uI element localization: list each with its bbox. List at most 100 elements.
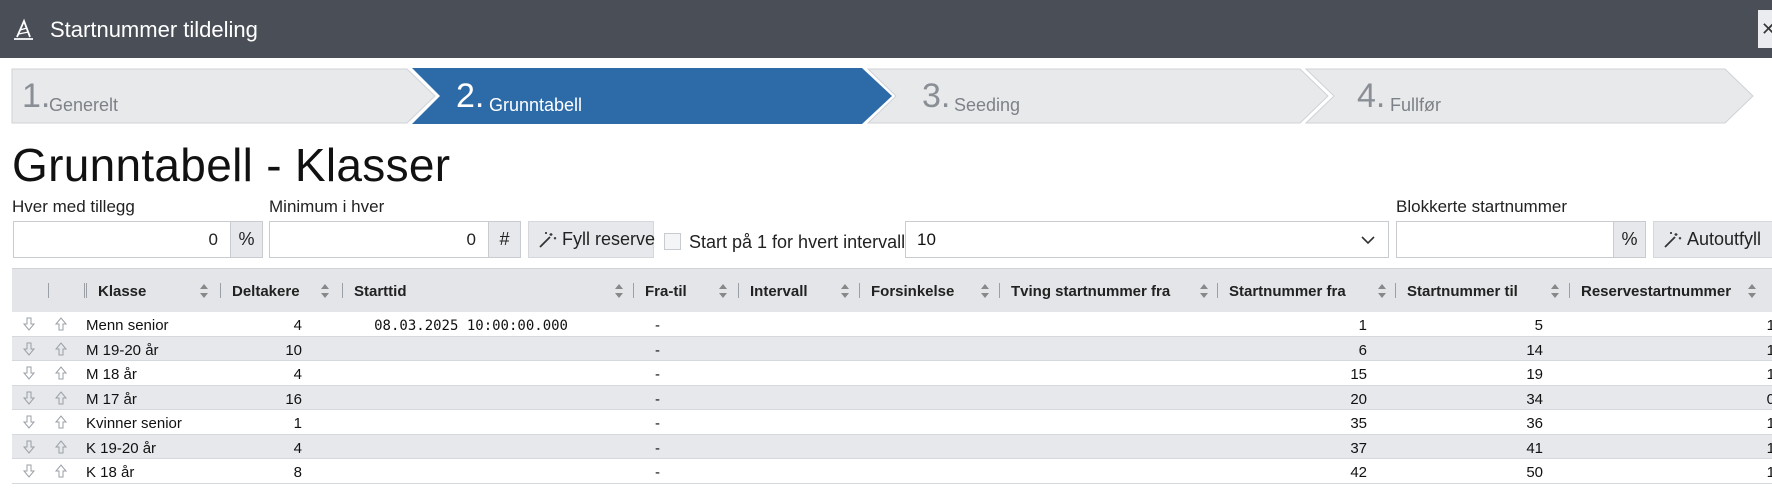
cell-reservestartnummer: 1 — [1766, 464, 1772, 481]
move-down-icon[interactable] — [22, 317, 36, 331]
step-number: 1. — [22, 77, 51, 115]
move-up-icon[interactable] — [54, 415, 68, 429]
step-label: Seeding — [954, 95, 1021, 115]
col-header-label: Klasse — [98, 283, 147, 300]
cell-startnummer-til: 36 — [1526, 415, 1543, 432]
interval-select-value: 10 — [917, 230, 936, 249]
fyll-reserve-button[interactable]: Fyll reserve — [528, 221, 656, 258]
cell-reservestartnummer: 1 — [1766, 415, 1772, 432]
cell-fra-til: - — [655, 341, 660, 359]
cell-deltakere: 4 — [293, 439, 302, 457]
minimum-i-hver-input[interactable]: 0 — [269, 221, 489, 258]
col-header-fra-til[interactable]: Fra-til — [633, 269, 738, 313]
cell-klasse: Menn senior — [86, 317, 169, 334]
table-row[interactable]: K 19-20 år 4 - 37 41 1 — [12, 434, 1772, 459]
step-label: Grunntabell — [489, 95, 583, 115]
cell-startnummer-fra: 20 — [1350, 390, 1367, 408]
cell-fra-til: - — [655, 390, 660, 408]
close-button[interactable]: ✕ — [1758, 10, 1772, 48]
percent-addon: % — [230, 221, 263, 258]
cell-klasse: Kvinner senior — [86, 415, 182, 432]
table-row[interactable]: M 19-20 år 10 - 6 14 1 — [12, 336, 1772, 361]
col-header-reservestartnummer[interactable]: Reservestartnummer — [1569, 269, 1772, 313]
fyll-reserve-label: Fyll reserve — [562, 229, 656, 249]
move-down-icon[interactable] — [22, 342, 36, 356]
cell-klasse: M 18 år — [86, 366, 137, 383]
move-up-icon[interactable] — [54, 317, 68, 331]
cell-deltakere: 4 — [293, 366, 302, 383]
move-up-icon[interactable] — [54, 464, 68, 478]
col-header-label: Startnummer til — [1407, 283, 1518, 300]
col-header-startnummer-til[interactable]: Startnummer til — [1395, 269, 1569, 313]
sort-icon — [841, 284, 849, 298]
move-down-icon[interactable] — [22, 464, 36, 478]
hver-med-tillegg-input[interactable]: 0 — [13, 221, 231, 258]
cell-startnummer-fra: 1 — [1358, 317, 1367, 334]
cell-startnummer-fra: 6 — [1358, 341, 1367, 359]
cell-klasse: K 19-20 år — [86, 439, 157, 457]
window-title: Startnummer tildeling — [50, 17, 258, 42]
table-row[interactable]: Kvinner senior 1 - 35 36 1 — [12, 410, 1772, 435]
step-number: 2. — [456, 77, 485, 115]
move-down-icon[interactable] — [22, 391, 36, 405]
col-header-label: Tving startnummer fra — [1011, 283, 1171, 300]
col-header-starttid[interactable]: Starttid — [342, 269, 633, 313]
col-header-intervall[interactable]: Intervall — [738, 269, 859, 313]
autoutfyll-button[interactable]: Autoutfyll — [1653, 221, 1772, 258]
chevron-down-icon — [1361, 236, 1375, 245]
hver-med-tillegg-value: 0 — [208, 230, 218, 249]
table-row[interactable]: M 18 år 4 - 15 19 1 — [12, 361, 1772, 386]
move-up-icon[interactable] — [54, 366, 68, 380]
sort-icon — [1551, 284, 1559, 298]
step-label: Generelt — [49, 95, 119, 115]
cell-startnummer-til: 19 — [1526, 366, 1543, 383]
cell-deltakere: 10 — [285, 341, 302, 359]
magic-wand-icon — [539, 232, 557, 248]
cell-startnummer-til: 5 — [1534, 317, 1543, 334]
move-down-icon[interactable] — [22, 440, 36, 454]
cell-fra-til: - — [655, 439, 660, 457]
move-down-icon[interactable] — [22, 366, 36, 380]
cell-fra-til: - — [655, 415, 660, 432]
sort-icon — [981, 284, 989, 298]
hver-med-tillegg-label: Hver med tillegg — [12, 197, 135, 216]
klasser-table: Klasse Deltakere Starttid Fra-til Interv… — [12, 268, 1772, 496]
table-row[interactable]: Menn senior 4 08.03.2025 10:00:00.000 - 1 5 1 — [12, 312, 1772, 337]
autoutfyll-label: Autoutfyll — [1687, 229, 1762, 249]
wizard-step-shapes — [11, 68, 1754, 124]
col-header-deltakere[interactable]: Deltakere — [220, 269, 342, 313]
minimum-i-hver-label: Minimum i hver — [269, 197, 385, 216]
move-up-icon[interactable] — [54, 439, 68, 454]
blokkerte-startnummer-input[interactable] — [1396, 221, 1614, 258]
cell-deltakere: 16 — [285, 390, 302, 408]
blokkerte-startnummer-label: Blokkerte startnummer — [1396, 197, 1567, 216]
cell-startnummer-til: 14 — [1526, 341, 1543, 359]
col-header-down[interactable] — [48, 269, 84, 313]
cell-deltakere: 8 — [293, 464, 302, 481]
col-header-label: Reservestartnummer — [1581, 283, 1732, 300]
sort-icon — [719, 284, 727, 298]
col-header-tving-startnummer-fra[interactable]: Tving startnummer fra — [999, 269, 1217, 313]
move-up-icon[interactable] — [54, 341, 68, 356]
col-header-forsinkelse[interactable]: Forsinkelse — [859, 269, 999, 313]
cell-reservestartnummer: 0 — [1766, 390, 1772, 408]
cell-deltakere: 4 — [293, 317, 302, 334]
step-number: 3. — [922, 77, 951, 115]
cell-deltakere: 1 — [293, 415, 302, 432]
cell-reservestartnummer: 1 — [1766, 317, 1772, 334]
col-header-label: Startnummer fra — [1229, 283, 1346, 300]
table-header: Klasse Deltakere Starttid Fra-til Interv… — [12, 268, 1772, 312]
move-down-icon[interactable] — [22, 415, 36, 429]
table-row[interactable]: M 17 år 16 - 20 34 0 — [12, 385, 1772, 410]
interval-select[interactable]: 10 — [905, 221, 1389, 258]
cell-reservestartnummer: 1 — [1766, 366, 1772, 383]
col-header-label: Intervall — [750, 283, 808, 300]
start-paa-1-checkbox[interactable] — [664, 233, 681, 250]
col-header-klasse[interactable]: Klasse — [86, 269, 220, 313]
percent-addon: % — [1613, 221, 1646, 258]
move-up-icon[interactable] — [54, 390, 68, 405]
hash-addon: # — [488, 221, 521, 258]
col-header-startnummer-fra[interactable]: Startnummer fra — [1217, 269, 1395, 313]
table-row[interactable]: K 18 år 8 - 42 50 1 — [12, 459, 1772, 484]
cell-starttid: 08.03.2025 10:00:00.000 — [374, 318, 568, 334]
